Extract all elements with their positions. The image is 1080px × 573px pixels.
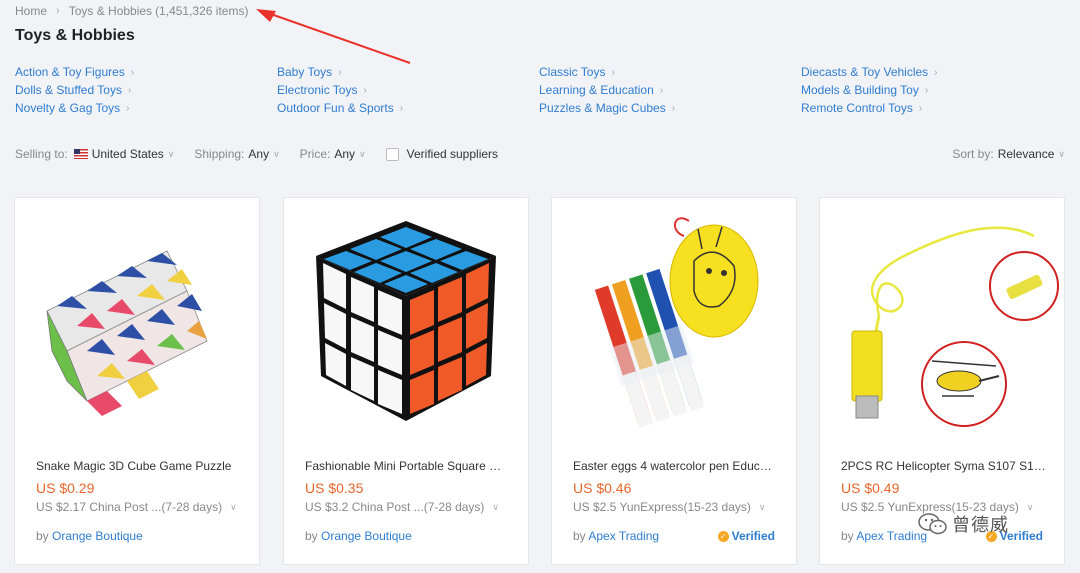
chevron-down-icon: ∨	[273, 148, 280, 159]
seller-info: by Apex Trading	[841, 529, 928, 543]
price-filter[interactable]: Price: Any ∨	[300, 147, 366, 161]
category-link[interactable]: Electronic Toys ›	[277, 81, 539, 99]
seller-link[interactable]: Apex Trading	[856, 529, 927, 543]
chevron-right-icon: ›	[126, 102, 130, 114]
category-link[interactable]: Dolls & Stuffed Toys ›	[15, 81, 277, 99]
breadcrumb: Home › Toys & Hobbies (1,451,326 items)	[15, 4, 248, 18]
easter-egg-pens-image	[594, 216, 759, 428]
chevron-right-icon: ›	[127, 84, 132, 96]
product-image[interactable]	[820, 198, 1064, 443]
chevron-right-icon: ›	[363, 84, 367, 96]
product-title[interactable]: Easter eggs 4 watercolor pen Educational	[573, 459, 778, 473]
category-link[interactable]: Puzzles & Magic Cubes ›	[539, 99, 801, 117]
chevron-right-icon: ›	[659, 84, 664, 96]
product-card[interactable]: Snake Magic 3D Cube Game Puzzle US $0.29…	[14, 197, 260, 565]
chevron-right-icon: ›	[399, 102, 404, 114]
category-grid: Action & Toy Figures › Baby Toys › Classic…	[15, 63, 1065, 117]
category-link[interactable]: Diecasts & Toy Vehicles ›	[801, 63, 1063, 81]
chevron-right-icon: ›	[924, 84, 929, 96]
breadcrumb-home[interactable]: Home	[15, 4, 47, 18]
chevron-down-icon: ∨	[230, 501, 237, 512]
chevron-down-icon: ∨	[758, 501, 766, 512]
category-link[interactable]: Learning & Education ›	[539, 81, 801, 99]
sort-dropdown[interactable]: Sort by: Relevance ∨	[952, 147, 1065, 161]
chevron-right-icon: ›	[56, 5, 60, 17]
rc-helicopter-charger-image	[851, 226, 1059, 427]
product-card[interactable]: Fashionable Mini Portable Square Magic C…	[283, 197, 529, 565]
page-title: Toys & Hobbies	[15, 27, 135, 44]
checkbox[interactable]	[385, 147, 399, 161]
chevron-right-icon: ›	[918, 102, 923, 114]
chevron-right-icon: ›	[130, 66, 135, 78]
breadcrumb-current: Toys & Hobbies	[68, 4, 153, 18]
category-link[interactable]: Novelty & Gag Toys ›	[15, 99, 277, 117]
seller-info: by Orange Boutique	[36, 529, 143, 543]
product-price: US $0.49	[841, 480, 900, 496]
chevron-down-icon: ∨	[1058, 148, 1065, 159]
verified-badge: ✓ Verified	[717, 529, 775, 543]
product-image[interactable]	[284, 198, 528, 443]
chevron-down-icon: ∨	[167, 148, 175, 159]
seller-link[interactable]: Orange Boutique	[321, 529, 412, 543]
category-link[interactable]: Models & Building Toy ›	[801, 81, 1063, 99]
chevron-down-icon: ∨	[1026, 501, 1034, 512]
shipping-info[interactable]: US $2.17 China Post ...(7-28 days) ∨	[36, 500, 237, 514]
seller-link[interactable]: Apex Trading	[588, 529, 659, 543]
magic-cube-image	[316, 220, 496, 421]
seller-info: by Orange Boutique	[305, 529, 412, 543]
product-card[interactable]: Easter eggs 4 watercolor pen Educational…	[551, 197, 797, 565]
product-price: US $0.35	[305, 480, 364, 496]
shipping-info[interactable]: US $2.5 YunExpress(15-23 days) ∨	[573, 500, 765, 514]
selling-to-filter[interactable]: Selling to: United States ∨	[15, 147, 174, 161]
filter-bar: Selling to: United States ∨ Shipping: An…	[15, 145, 1065, 163]
product-title[interactable]: Snake Magic 3D Cube Game Puzzle	[36, 459, 241, 473]
chevron-down-icon: ∨	[492, 501, 500, 512]
shipping-info[interactable]: US $3.2 China Post ...(7-28 days) ∨	[305, 500, 499, 514]
seller-info: by Apex Trading	[573, 529, 660, 543]
category-link[interactable]: Baby Toys ›	[277, 63, 539, 81]
product-title[interactable]: 2PCS RC Helicopter Syma S107 S107G	[841, 459, 1046, 473]
category-link[interactable]: Outdoor Fun & Sports ›	[277, 99, 539, 117]
product-price: US $0.29	[36, 480, 95, 496]
watermark: 曾德威	[918, 511, 1009, 537]
chevron-right-icon: ›	[934, 66, 938, 78]
verified-icon: ✓	[717, 530, 729, 542]
chevron-down-icon: ∨	[359, 148, 366, 159]
product-title[interactable]: Fashionable Mini Portable Square Magic C…	[305, 459, 510, 473]
us-flag-icon	[73, 149, 88, 159]
product-image[interactable]	[15, 198, 259, 443]
category-link[interactable]: Classic Toys ›	[539, 63, 801, 81]
product-price: US $0.46	[573, 480, 632, 496]
seller-link[interactable]: Orange Boutique	[52, 529, 143, 543]
item-count: (1,451,326 items)	[155, 4, 249, 18]
product-card[interactable]: 2PCS RC Helicopter Syma S107 S107G US $0…	[819, 197, 1065, 565]
verified-suppliers-checkbox[interactable]: Verified suppliers	[385, 147, 498, 161]
wechat-icon	[918, 513, 947, 535]
snake-cube-image	[46, 249, 208, 416]
product-image[interactable]	[552, 198, 796, 443]
chevron-right-icon: ›	[611, 66, 615, 78]
chevron-right-icon: ›	[338, 66, 342, 78]
category-link[interactable]: Remote Control Toys ›	[801, 99, 1063, 117]
shipping-filter[interactable]: Shipping: Any ∨	[194, 147, 279, 161]
chevron-right-icon: ›	[671, 102, 676, 114]
category-link[interactable]: Action & Toy Figures ›	[15, 63, 277, 81]
